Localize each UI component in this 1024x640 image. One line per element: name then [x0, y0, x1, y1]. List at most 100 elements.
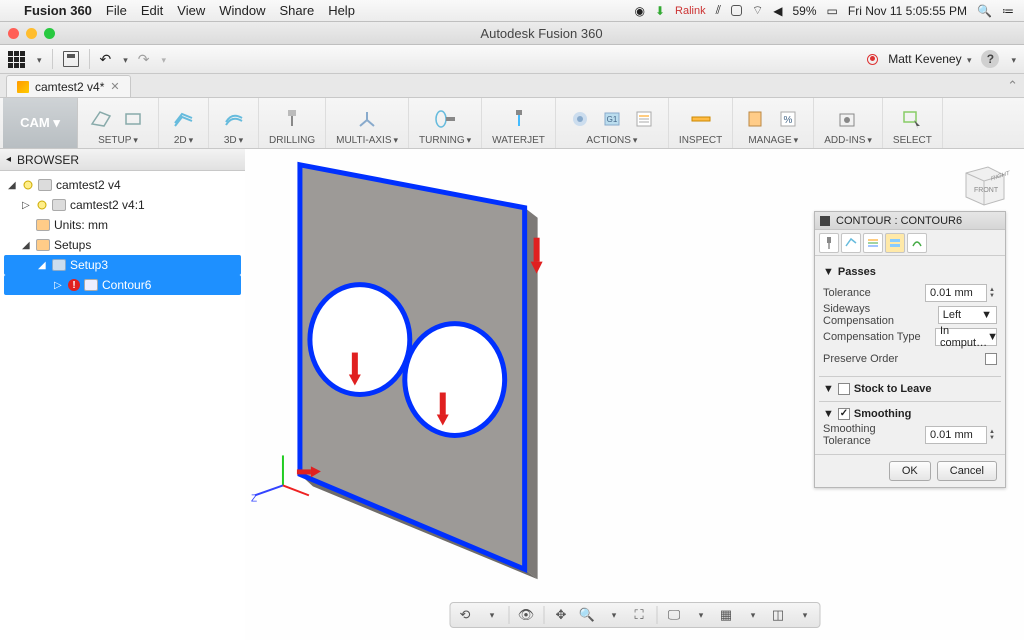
disclosure-triangle-icon[interactable]: ▼ — [823, 383, 834, 395]
tree-node-setup3[interactable]: ◢ Setup3 — [4, 255, 241, 275]
browser-tree: ◢ camtest2 v4 ▷ camtest2 v4:1 ▷ Units: m… — [0, 171, 245, 299]
status-display-icon[interactable] — [731, 5, 742, 16]
ribbon-label: INSPECT — [679, 135, 722, 146]
smoothing-tolerance-input[interactable]: 0.01 mm — [925, 426, 987, 444]
record-button[interactable] — [867, 54, 878, 65]
tab-tool[interactable] — [819, 233, 839, 253]
tolerance-label: Tolerance — [823, 287, 871, 299]
undo-button[interactable]: ↶ — [100, 51, 112, 68]
ribbon-label: ADD-INS — [824, 135, 872, 146]
zoom-dropdown[interactable] — [604, 606, 622, 624]
disclosure-triangle-icon[interactable]: ▼ — [823, 266, 834, 278]
expand-tabs-button[interactable]: ⌃ — [1007, 78, 1018, 94]
operation-panel-header[interactable]: CONTOUR : CONTOUR6 — [815, 212, 1005, 230]
help-button[interactable]: ? — [981, 50, 999, 68]
disclosure-triangle-icon[interactable]: ▼ — [823, 408, 834, 420]
cancel-button[interactable]: Cancel — [937, 461, 997, 481]
tolerance-input[interactable]: 0.01 mm — [925, 284, 987, 302]
ribbon-group-actions[interactable]: G1 ACTIONS — [556, 98, 669, 148]
look-at-button[interactable]: 👁 — [517, 606, 535, 624]
ribbon-group-select[interactable]: SELECT — [883, 98, 943, 148]
menu-edit[interactable]: Edit — [141, 3, 163, 18]
viewport-3d[interactable]: FRONT RIGHT — [245, 149, 1024, 640]
tree-node-child1[interactable]: ▷ camtest2 v4:1 — [4, 195, 241, 215]
comp-type-select[interactable]: In comput…▼ — [935, 328, 997, 346]
status-wifi-vendor[interactable]: Ralink — [675, 5, 706, 17]
status-cloud-icon[interactable]: ⬇ — [655, 4, 665, 18]
zoom-button[interactable]: 🔍 — [578, 606, 596, 624]
data-panel-dropdown[interactable] — [35, 52, 42, 66]
grid-settings-button[interactable]: ▦ — [717, 606, 735, 624]
viewport-layout-button[interactable]: ◫ — [769, 606, 787, 624]
redo-button[interactable]: ↷ — [138, 51, 150, 68]
sideways-comp-select[interactable]: Left▼ — [938, 306, 997, 324]
section-smoothing: Smoothing — [854, 408, 911, 420]
svg-text:%: % — [784, 115, 793, 126]
display-settings-button[interactable]: 🖵 — [665, 606, 683, 624]
status-sync-icon[interactable]: ◉ — [635, 4, 645, 18]
status-volume-icon[interactable]: ◀ — [773, 4, 782, 18]
display-dropdown[interactable] — [691, 606, 709, 624]
user-menu[interactable]: Matt Keveney — [888, 52, 971, 66]
menu-window[interactable]: Window — [219, 3, 265, 18]
redo-dropdown[interactable] — [160, 52, 167, 66]
status-updates-icon[interactable]: ⫽ — [716, 3, 721, 18]
tab-geometry[interactable] — [841, 233, 861, 253]
postprocess-icon: G1 — [598, 107, 626, 131]
tree-root[interactable]: ◢ camtest2 v4 — [4, 175, 241, 195]
menu-view[interactable]: View — [177, 3, 205, 18]
save-button[interactable] — [63, 51, 79, 67]
menu-share[interactable]: Share — [279, 3, 314, 18]
ribbon-group-addins[interactable]: ADD-INS — [814, 98, 883, 148]
tree-node-contour6[interactable]: ▷ ! Contour6 — [4, 275, 241, 295]
tree-node-setups[interactable]: ◢ Setups — [4, 235, 241, 255]
ribbon-group-inspect[interactable]: INSPECT — [669, 98, 733, 148]
smoothing-tolerance-spinner[interactable]: ▲▼ — [989, 429, 997, 441]
orbit-button[interactable]: ⟲ — [456, 606, 474, 624]
tree-node-label: Units: mm — [54, 218, 108, 232]
ribbon-group-waterjet[interactable]: WATERJET — [482, 98, 556, 148]
help-dropdown[interactable] — [1009, 52, 1016, 66]
tab-linking[interactable] — [907, 233, 927, 253]
preserve-order-checkbox[interactable] — [985, 353, 997, 365]
ok-button[interactable]: OK — [889, 461, 931, 481]
tree-node-units[interactable]: ▷ Units: mm — [4, 215, 241, 235]
fit-button[interactable]: ⛶ — [630, 606, 648, 624]
status-battery-icon[interactable]: ▭ — [827, 4, 838, 18]
status-clock[interactable]: Fri Nov 11 5:05:55 PM — [848, 4, 967, 18]
comp-type-label: Compensation Type — [823, 331, 921, 343]
data-panel-button[interactable] — [8, 51, 25, 68]
pan-button[interactable]: ✥ — [552, 606, 570, 624]
tolerance-spinner[interactable]: ▲▼ — [989, 287, 997, 299]
ribbon-group-2d[interactable]: 2D — [159, 98, 209, 148]
status-menu-icon[interactable]: ≔ — [1002, 4, 1014, 18]
ribbon-group-drilling[interactable]: DRILLING — [259, 98, 326, 148]
close-window-button[interactable] — [8, 28, 19, 39]
ribbon-group-3d[interactable]: 3D — [209, 98, 259, 148]
ribbon-group-multiaxis[interactable]: MULTI-AXIS — [326, 98, 409, 148]
zoom-window-button[interactable] — [44, 28, 55, 39]
orbit-dropdown[interactable] — [482, 606, 500, 624]
workspace-switcher[interactable]: CAM ▾ — [3, 98, 78, 148]
viewport-dropdown[interactable] — [795, 606, 813, 624]
stock-to-leave-checkbox[interactable] — [838, 383, 850, 395]
close-tab-button[interactable]: ✕ — [110, 80, 119, 93]
ribbon-label: SETUP — [98, 135, 138, 146]
menu-help[interactable]: Help — [328, 3, 355, 18]
undo-dropdown[interactable] — [121, 52, 128, 66]
ribbon-group-setup[interactable]: SETUP — [78, 98, 159, 148]
status-spotlight-icon[interactable]: 🔍 — [977, 4, 992, 18]
tab-passes[interactable] — [885, 233, 905, 253]
preserve-order-label: Preserve Order — [823, 353, 898, 365]
ribbon-group-manage[interactable]: % MANAGE — [733, 98, 814, 148]
browser-panel-header[interactable]: ◂ BROWSER — [0, 149, 245, 171]
grid-dropdown[interactable] — [743, 606, 761, 624]
document-tab-camtest2[interactable]: camtest2 v4* ✕ — [6, 75, 131, 97]
status-wifi-icon[interactable]: ⌔ — [752, 3, 763, 18]
ribbon-group-turning[interactable]: TURNING — [409, 98, 482, 148]
app-name[interactable]: Fusion 360 — [24, 3, 92, 18]
menu-file[interactable]: File — [106, 3, 127, 18]
minimize-window-button[interactable] — [26, 28, 37, 39]
tab-heights[interactable] — [863, 233, 883, 253]
smoothing-checkbox[interactable] — [838, 408, 850, 420]
